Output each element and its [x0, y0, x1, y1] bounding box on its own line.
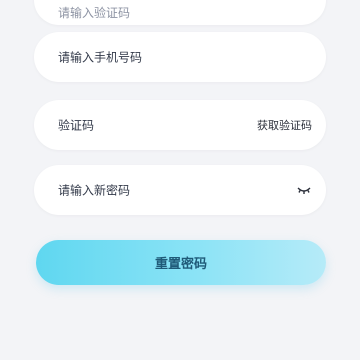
- verification-input-top[interactable]: 请输入验证码: [34, 0, 326, 25]
- phone-placeholder: 请输入手机号码: [58, 50, 143, 65]
- password-field[interactable]: 请输入新密码: [34, 165, 326, 215]
- code-placeholder: 验证码: [58, 118, 95, 133]
- reset-password-button[interactable]: 重置密码: [36, 240, 326, 285]
- password-placeholder: 请输入新密码: [58, 183, 131, 198]
- code-field[interactable]: 验证码 获取验证码: [34, 100, 326, 150]
- top-field-placeholder: 请输入验证码: [58, 6, 131, 20]
- eye-closed-icon[interactable]: [296, 182, 312, 198]
- phone-field[interactable]: 请输入手机号码: [34, 32, 326, 82]
- get-code-button[interactable]: 获取验证码: [257, 117, 312, 133]
